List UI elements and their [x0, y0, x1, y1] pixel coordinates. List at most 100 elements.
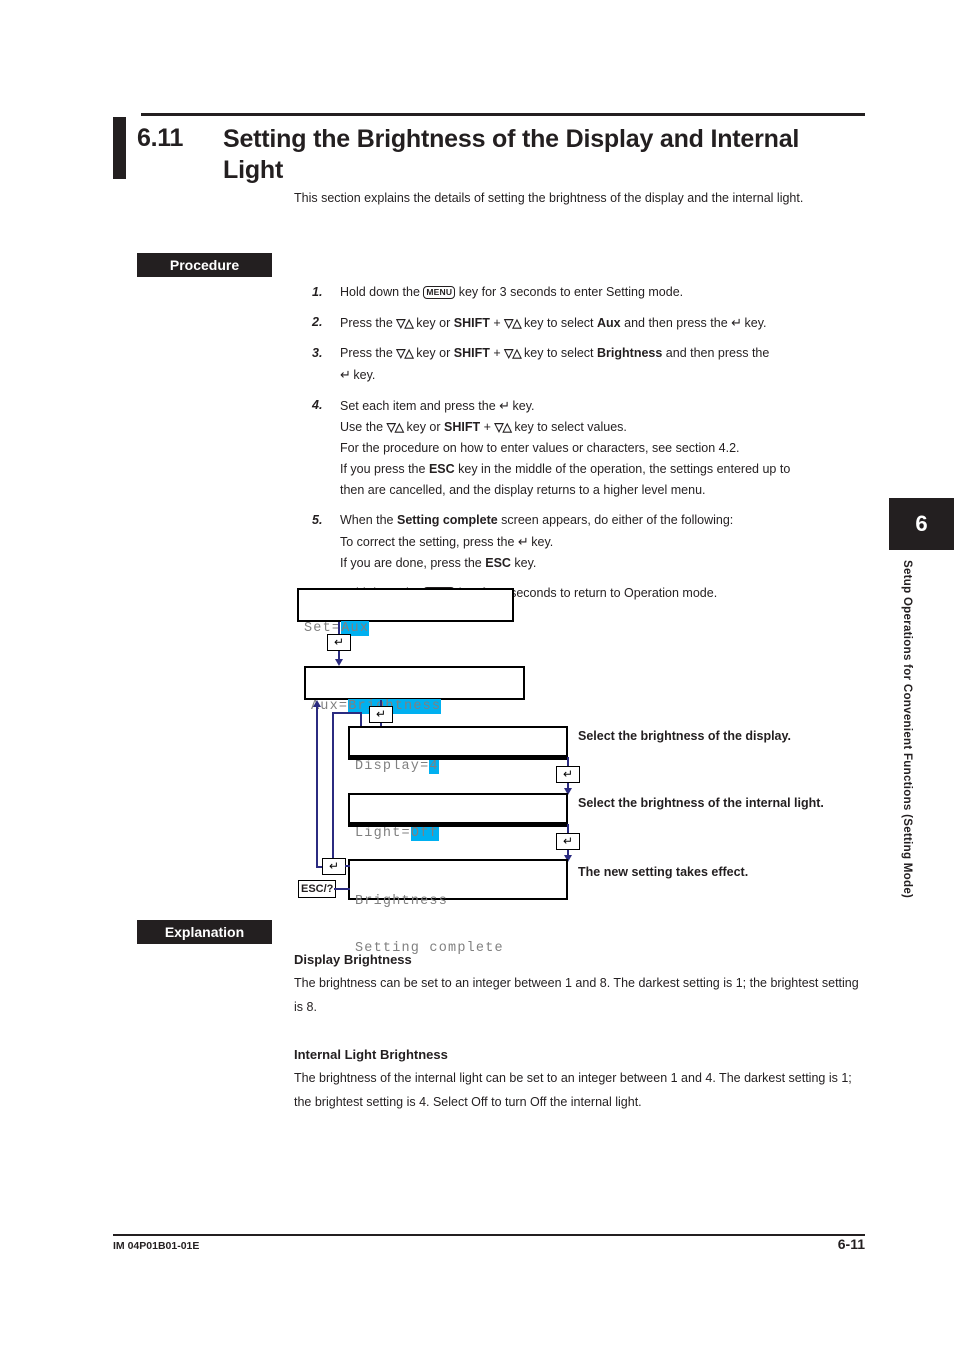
esc-key-icon: ESC/?	[298, 880, 337, 898]
enter-key-icon-1: ↵	[327, 634, 351, 651]
diagram-note-light: Select the brightness of the internal li…	[578, 796, 824, 810]
step-line: then are cancelled, and the display retu…	[340, 480, 869, 501]
step-line: To correct the setting, press the ↵ key.	[340, 531, 869, 553]
enter-glyph: ↵	[562, 834, 574, 848]
heading-top-rule	[141, 113, 865, 116]
step-line: If you are done, press the ESC key.	[340, 553, 869, 574]
screen-box-setting-complete: Brightness Setting complete	[348, 859, 568, 956]
chapter-number-tab: 6	[889, 498, 954, 550]
step-text: key in the middle of the operation, the …	[454, 462, 791, 476]
connector-line	[334, 888, 350, 890]
section-number: 6.11	[137, 124, 184, 152]
step-line: ↵ key.	[340, 364, 869, 386]
step-line: Set each item and press the ↵ key.	[340, 395, 869, 417]
step-number: 2.	[312, 315, 323, 329]
step-text: If you are done, press the	[340, 556, 486, 570]
step-text: Hold down the	[340, 285, 424, 299]
enter-key-icon-2: ↵	[369, 706, 393, 723]
step-text: key or	[412, 316, 454, 330]
enter-glyph: ↵	[333, 635, 345, 649]
step-line: If you press the ESC key in the middle o…	[340, 459, 869, 480]
page-title: Setting the Brightness of the Display an…	[223, 125, 800, 184]
emphasis-text: Setting complete	[396, 513, 498, 527]
screen-line: Display=4	[350, 758, 566, 775]
screen-box-aux-brightness: Aux=Brightness	[304, 666, 525, 714]
explanation-heading: Internal Light Brightness	[294, 1047, 448, 1062]
step-text: key.	[510, 556, 537, 570]
enter-key-icon: ↵	[517, 534, 529, 549]
emphasis-text: ESC	[428, 462, 455, 476]
step-number: 1.	[312, 285, 323, 299]
screen-box-set-aux: Set=Aux	[297, 588, 514, 636]
up-down-key-icon: ▽△	[396, 316, 413, 330]
step-text: When the	[340, 513, 397, 527]
diagram-note-effect: The new setting takes effect.	[578, 865, 749, 879]
explanation-section-label: Explanation	[137, 920, 272, 944]
step-line: Press the ▽△ key or SHIFT + ▽△ key to se…	[340, 312, 869, 334]
explanation-paragraph: The brightness can be set to an integer …	[294, 976, 859, 1014]
enter-key-icon: ↵	[731, 315, 742, 330]
step-text: key or	[412, 346, 454, 360]
step-text: and then press the	[662, 346, 770, 360]
document-number: IM 04P01B01-01E	[113, 1240, 200, 1252]
explanation-section: Internal Light Brightness The brightness…	[294, 1045, 870, 1114]
explanation-heading: Display Brightness	[294, 952, 412, 967]
step-line: Press the ▽△ key or SHIFT + ▽△ key to se…	[340, 343, 869, 364]
connector-line	[345, 865, 350, 867]
procedure-step: 5. When the Setting complete screen appea…	[294, 510, 869, 574]
enter-key-icon-5: ↵	[322, 858, 346, 875]
enter-key-icon-3: ↵	[556, 766, 580, 783]
step-text: key to select	[520, 346, 598, 360]
arrow-head-icon	[312, 700, 321, 707]
connector-line	[338, 622, 340, 634]
step-text: +	[489, 346, 505, 360]
menu-flow-diagram: Set=Aux ↵ Aux=Brightness ↵ Display=4 ↵ L…	[290, 580, 890, 956]
screen-line: Brightness	[350, 893, 566, 910]
step-text: key to select	[520, 316, 598, 330]
step-line: When the Setting complete screen appears…	[340, 510, 869, 531]
up-down-key-icon: ▽△	[504, 316, 521, 330]
esc-label: ESC/?	[301, 883, 334, 895]
step-number: 5.	[312, 513, 323, 527]
screen-text-plain: Brightness	[355, 894, 449, 909]
box-shadow-bar	[348, 757, 568, 760]
step-line: For the procedure on how to enter values…	[340, 438, 869, 459]
step-text: For the procedure on how to enter values…	[340, 441, 740, 455]
screen-box-light: Light=Off	[348, 793, 568, 841]
up-down-key-icon: ▽△	[396, 346, 413, 360]
footer-rule	[113, 1234, 865, 1236]
intro-paragraph: This section explains the details of set…	[294, 191, 804, 205]
step-text: key.	[349, 368, 376, 382]
up-down-key-icon: ▽△	[494, 420, 511, 434]
menu-key-icon: MENU	[423, 286, 456, 299]
procedure-section-label: Procedure	[137, 253, 272, 277]
arrow-head-icon	[334, 659, 343, 666]
screen-box-display: Display=4	[348, 726, 568, 774]
procedure-step: 3. Press the ▽△ key or SHIFT + ▽△ key to …	[294, 343, 869, 386]
step-text: +	[480, 420, 495, 434]
step-line: Hold down the MENU key for 3 seconds to …	[340, 282, 869, 303]
step-text: Set each item and press the	[340, 399, 500, 413]
screen-text-highlight: 4	[429, 759, 439, 774]
enter-key-icon: ↵	[340, 367, 351, 382]
step-line: Use the ▽△ key or SHIFT + ▽△ key to sele…	[340, 417, 869, 438]
procedure-step: 4. Set each item and press the ↵ key. Use …	[294, 395, 869, 501]
enter-glyph: ↵	[328, 859, 340, 873]
procedure-step: 1. Hold down the MENU key for 3 seconds t…	[294, 282, 869, 303]
emphasis-text: SHIFT	[453, 346, 490, 360]
step-text: key or	[403, 420, 445, 434]
screen-text-plain: Display=	[355, 759, 430, 774]
enter-key-icon-4: ↵	[556, 833, 580, 850]
up-down-key-icon: ▽△	[386, 420, 404, 434]
emphasis-text: Brightness	[597, 346, 663, 360]
step-text: and then press the	[620, 316, 732, 330]
screen-text-highlight: Brightness	[348, 699, 442, 714]
procedure-steps-list: 1. Hold down the MENU key for 3 seconds t…	[294, 282, 869, 613]
step-number: 3.	[312, 346, 323, 360]
explanation-section: Display Brightness The brightness can be…	[294, 950, 870, 1019]
emphasis-text: Aux	[597, 316, 621, 330]
chapter-title-vertical: Setup Operations for Convenient Function…	[901, 560, 913, 899]
step-text: Press the	[340, 316, 397, 330]
page-number: 6-11	[837, 1236, 865, 1252]
connector-line	[332, 712, 334, 866]
